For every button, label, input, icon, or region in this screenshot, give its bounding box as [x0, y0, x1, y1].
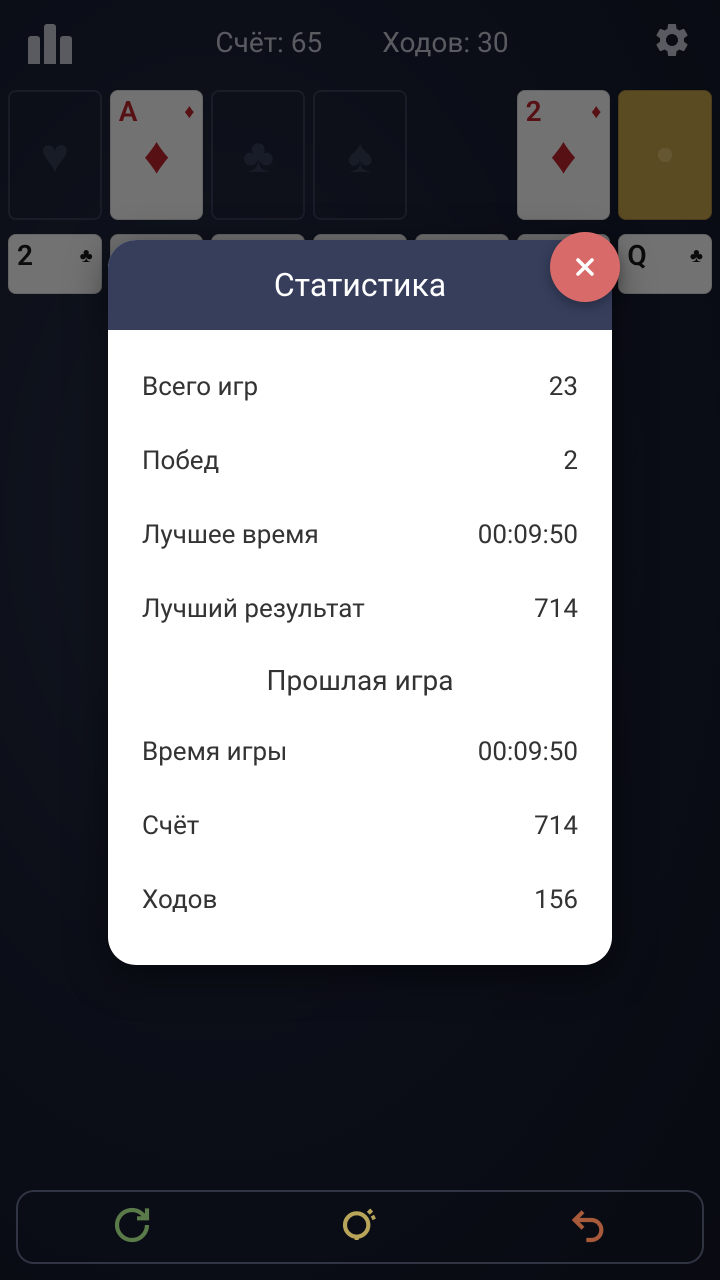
stat-label: Побед [142, 446, 219, 476]
stat-label: Ходов [142, 885, 217, 915]
stat-label: Время игры [142, 737, 287, 767]
modal-title: Статистика [108, 240, 612, 330]
stat-row-best-time: Лучшее время 00:09:50 [142, 498, 578, 572]
restart-icon[interactable] [112, 1205, 152, 1249]
stat-value: 00:09:50 [478, 737, 578, 767]
close-button[interactable] [550, 232, 620, 302]
stat-row-total-games: Всего игр 23 [142, 350, 578, 424]
stat-row-game-moves: Ходов 156 [142, 863, 578, 937]
stat-row-best-score: Лучший результат 714 [142, 572, 578, 646]
statistics-modal: Статистика Всего игр 23 Побед 2 Лучшее в… [108, 240, 612, 965]
stat-value: 714 [534, 811, 578, 841]
stat-value: 714 [534, 594, 578, 624]
stat-label: Лучший результат [142, 594, 365, 624]
stat-row-wins: Побед 2 [142, 424, 578, 498]
undo-icon[interactable] [568, 1205, 608, 1249]
stat-label: Лучшее время [142, 520, 319, 550]
stat-value: 23 [549, 372, 578, 402]
hint-icon[interactable] [340, 1205, 380, 1249]
stat-value: 00:09:50 [478, 520, 578, 550]
stat-row-game-time: Время игры 00:09:50 [142, 715, 578, 789]
stat-row-game-score: Счёт 714 [142, 789, 578, 863]
last-game-subtitle: Прошлая игра [142, 646, 578, 715]
stat-value: 156 [534, 885, 578, 915]
stat-label: Всего игр [142, 372, 258, 402]
bottombar [16, 1190, 704, 1264]
stat-label: Счёт [142, 811, 199, 841]
stat-value: 2 [563, 446, 578, 476]
